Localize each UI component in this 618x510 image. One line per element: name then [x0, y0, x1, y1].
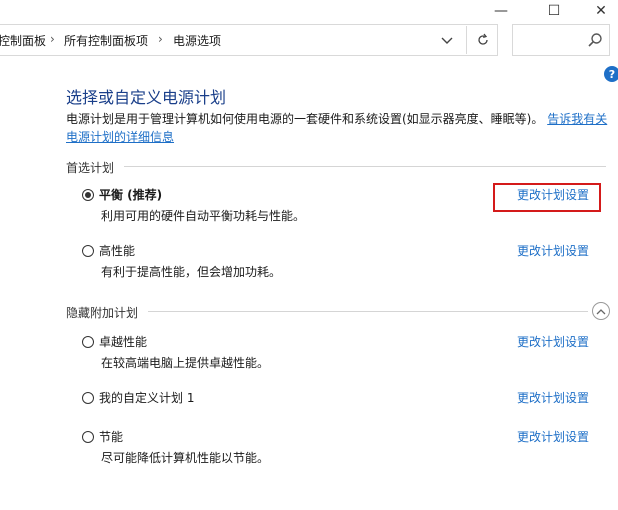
plan-desc-ultimate-performance: 在较高端电脑上提供卓越性能。 [101, 356, 270, 370]
change-plan-settings-custom-plan-1[interactable]: 更改计划设置 [517, 389, 589, 406]
page-title: 选择或自定义电源计划 [66, 88, 227, 107]
address-bar[interactable]: 控制面板 › 所有控制面板项 › 电源选项 [0, 24, 498, 56]
refresh-button[interactable] [466, 26, 499, 54]
radio-balanced[interactable] [82, 189, 94, 201]
plan-name-power-saver[interactable]: 节能 [99, 428, 123, 445]
radio-ultimate-performance[interactable] [82, 336, 94, 348]
radio-high-performance[interactable] [82, 245, 94, 257]
search-icon [588, 33, 602, 47]
hidden-plans-header[interactable]: 隐藏附加计划 [66, 304, 138, 321]
change-plan-settings-high-performance[interactable]: 更改计划设置 [517, 242, 589, 259]
plan-name-high-performance[interactable]: 高性能 [99, 242, 135, 259]
title-bar: — ☐ ✕ [0, 0, 618, 22]
chevron-down-icon [441, 37, 453, 44]
breadcrumb-separator[interactable]: › [158, 32, 163, 46]
page-description: 电源计划是用于管理计算机如何使用电源的一套硬件和系统设置(如显示器亮度、睡眠等)… [66, 110, 611, 146]
address-dropdown-button[interactable] [437, 33, 457, 49]
plan-desc-high-performance: 有利于提高性能，但会增加功耗。 [101, 265, 282, 279]
section-divider [148, 311, 588, 312]
minimize-button[interactable]: — [478, 0, 524, 22]
breadcrumb-all-items[interactable]: 所有控制面板项 [64, 32, 148, 49]
plan-name-ultimate-performance[interactable]: 卓越性能 [99, 333, 147, 350]
highlight-annotation [493, 183, 601, 212]
chevron-up-icon [596, 308, 606, 314]
preferred-plans-header: 首选计划 [66, 161, 115, 175]
section-divider [124, 166, 606, 167]
search-input[interactable] [512, 24, 610, 56]
description-text: 电源计划是用于管理计算机如何使用电源的一套硬件和系统设置(如显示器亮度、睡眠等)… [66, 112, 544, 126]
change-plan-settings-ultimate-performance[interactable]: 更改计划设置 [517, 333, 589, 350]
plan-name-custom-plan-1[interactable]: 我的自定义计划 1 [99, 389, 194, 406]
plan-name-balanced[interactable]: 平衡 (推荐) [99, 186, 162, 203]
radio-power-saver[interactable] [82, 431, 94, 443]
help-icon[interactable]: ? [604, 66, 618, 82]
breadcrumb-separator[interactable]: › [50, 32, 55, 46]
collapse-button[interactable] [592, 302, 610, 320]
maximize-button[interactable]: ☐ [531, 0, 577, 22]
radio-custom-plan-1[interactable] [82, 392, 94, 404]
close-button[interactable]: ✕ [578, 0, 618, 22]
breadcrumb-control-panel[interactable]: 控制面板 [0, 32, 46, 49]
change-plan-settings-power-saver[interactable]: 更改计划设置 [517, 428, 589, 445]
plan-desc-balanced: 利用可用的硬件自动平衡功耗与性能。 [101, 209, 306, 223]
plan-desc-power-saver: 尽可能降低计算机性能以节能。 [101, 451, 270, 465]
breadcrumb-power-options[interactable]: 电源选项 [173, 32, 221, 49]
refresh-icon [478, 33, 488, 45]
